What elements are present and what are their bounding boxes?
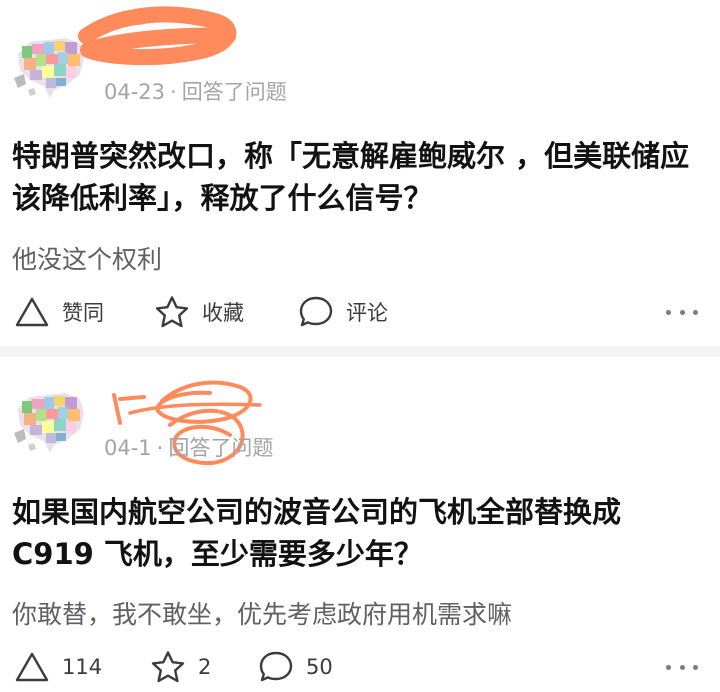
post-meta: 04-1 · 回答了问题 (104, 432, 273, 462)
redaction-scribble (78, 6, 237, 66)
favorite-button[interactable]: 2 (150, 647, 211, 687)
meta-date: 04-1 (104, 436, 152, 460)
favorite-label: 收藏 (202, 301, 244, 325)
comment-count: 50 (306, 655, 333, 679)
star-icon (155, 296, 189, 328)
more-dots-icon[interactable] (666, 657, 698, 677)
question-title[interactable]: 特朗普突然改口，称「无意解雇鲍威尔 ，但美联储应该降低利率」，释放了什么信号？ (12, 135, 702, 219)
avatar[interactable] (10, 379, 90, 459)
upvote-count: 114 (62, 655, 103, 679)
upvote-button[interactable]: 赞同 (14, 292, 104, 332)
meta-separator: · (156, 436, 164, 460)
feed-card[interactable]: 04-1 · 回答了问题 如果国内航空公司的波音公司的飞机全部替换成C919 飞机，… (0, 357, 720, 692)
feed-card[interactable]: 04-23 · 回答了问题 特朗普突然改口，称「无意解雇鲍威尔 ，但美联储应该降低利… (0, 0, 720, 346)
comment-label: 评论 (346, 301, 388, 325)
answer-excerpt[interactable]: 你敢替，我不敢坐，优先考虑政府用机需求嘛 (12, 595, 512, 631)
question-title[interactable]: 如果国内航空公司的波音公司的飞机全部替换成C919 飞机，至少需要多少年？ (12, 491, 702, 575)
favorite-button[interactable]: 收藏 (154, 292, 244, 332)
favorite-count: 2 (198, 655, 212, 679)
post-meta: 04-23 · 回答了问题 (104, 76, 287, 106)
avatar[interactable] (10, 24, 90, 104)
speech-bubble-icon (299, 296, 333, 327)
comment-button[interactable]: 评论 (298, 292, 388, 332)
more-dots-icon[interactable] (666, 302, 698, 322)
meta-action: 回答了问题 (181, 80, 287, 104)
action-bar: 赞同 收藏 评论 (0, 292, 720, 332)
meta-separator: · (170, 80, 177, 104)
card-divider (0, 346, 720, 357)
comment-button[interactable]: 50 (258, 647, 333, 687)
upvote-button[interactable]: 114 (14, 647, 102, 687)
action-bar: 114 2 50 (0, 647, 720, 687)
meta-date: 04-23 (104, 80, 166, 104)
speech-bubble-icon (259, 651, 293, 682)
star-icon (151, 651, 185, 683)
triangle-upvote-icon (15, 652, 49, 682)
upvote-label: 赞同 (62, 301, 104, 325)
answer-feed: 04-23 · 回答了问题 特朗普突然改口，称「无意解雇鲍威尔 ，但美联储应该降低利… (0, 0, 720, 692)
triangle-upvote-icon (15, 297, 49, 327)
meta-action: 回答了问题 (168, 436, 274, 460)
answer-excerpt[interactable]: 他没这个权利 (12, 240, 162, 276)
